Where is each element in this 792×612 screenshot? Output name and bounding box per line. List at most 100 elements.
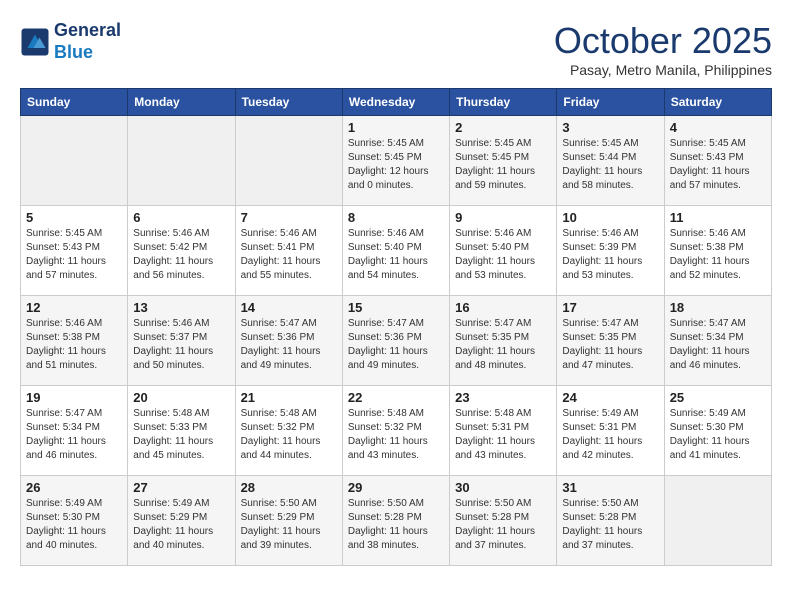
col-header-sunday: Sunday — [21, 89, 128, 116]
day-number: 26 — [26, 480, 122, 495]
day-cell: 27 Sunrise: 5:49 AM Sunset: 5:29 PM Dayli… — [128, 476, 235, 566]
day-info: Sunrise: 5:45 AM Sunset: 5:43 PM Dayligh… — [670, 137, 766, 193]
day-number: 23 — [455, 390, 551, 405]
col-header-monday: Monday — [128, 89, 235, 116]
day-cell — [235, 116, 342, 206]
day-cell: 25 Sunrise: 5:49 AM Sunset: 5:30 PM Dayli… — [664, 386, 771, 476]
day-number: 7 — [241, 210, 337, 225]
day-info: Sunrise: 5:46 AM Sunset: 5:41 PM Dayligh… — [241, 227, 337, 283]
day-info: Sunrise: 5:49 AM Sunset: 5:30 PM Dayligh… — [26, 497, 122, 553]
day-info: Sunrise: 5:48 AM Sunset: 5:31 PM Dayligh… — [455, 407, 551, 463]
day-info: Sunrise: 5:47 AM Sunset: 5:36 PM Dayligh… — [348, 317, 444, 373]
day-info: Sunrise: 5:46 AM Sunset: 5:40 PM Dayligh… — [455, 227, 551, 283]
day-cell: 16Sunrise: 5:47 AM Sunset: 5:35 PM Dayli… — [450, 296, 557, 386]
day-cell: 10Sunrise: 5:46 AM Sunset: 5:39 PM Dayli… — [557, 206, 664, 296]
day-number: 15 — [348, 300, 444, 315]
col-header-thursday: Thursday — [450, 89, 557, 116]
day-info: Sunrise: 5:49 AM Sunset: 5:29 PM Dayligh… — [133, 497, 229, 553]
day-number: 2 — [455, 120, 551, 135]
day-cell: 1 Sunrise: 5:45 AM Sunset: 5:45 PM Daylig… — [342, 116, 449, 206]
day-cell: 2 Sunrise: 5:45 AM Sunset: 5:45 PM Daylig… — [450, 116, 557, 206]
day-info: Sunrise: 5:46 AM Sunset: 5:39 PM Dayligh… — [562, 227, 658, 283]
day-number: 20 — [133, 390, 229, 405]
day-cell: 29 Sunrise: 5:50 AM Sunset: 5:28 PM Dayli… — [342, 476, 449, 566]
day-number: 11 — [670, 210, 766, 225]
day-info: Sunrise: 5:47 AM Sunset: 5:36 PM Dayligh… — [241, 317, 337, 373]
day-cell: 7 Sunrise: 5:46 AM Sunset: 5:41 PM Daylig… — [235, 206, 342, 296]
week-row-5: 26 Sunrise: 5:49 AM Sunset: 5:30 PM Dayli… — [21, 476, 772, 566]
day-cell: 19 Sunrise: 5:47 AM Sunset: 5:34 PM Dayli… — [21, 386, 128, 476]
day-number: 31 — [562, 480, 658, 495]
day-cell: 22 Sunrise: 5:48 AM Sunset: 5:32 PM Dayli… — [342, 386, 449, 476]
week-row-3: 12Sunrise: 5:46 AM Sunset: 5:38 PM Dayli… — [21, 296, 772, 386]
day-cell: 26 Sunrise: 5:49 AM Sunset: 5:30 PM Dayli… — [21, 476, 128, 566]
day-number: 19 — [26, 390, 122, 405]
col-header-saturday: Saturday — [664, 89, 771, 116]
logo-text: GeneralBlue — [54, 20, 121, 63]
location-subtitle: Pasay, Metro Manila, Philippines — [554, 62, 772, 78]
day-number: 1 — [348, 120, 444, 135]
day-info: Sunrise: 5:50 AM Sunset: 5:28 PM Dayligh… — [348, 497, 444, 553]
page-header: GeneralBlue October 2025 Pasay, Metro Ma… — [20, 20, 772, 78]
col-header-wednesday: Wednesday — [342, 89, 449, 116]
day-number: 17 — [562, 300, 658, 315]
day-number: 22 — [348, 390, 444, 405]
day-cell: 5 Sunrise: 5:45 AM Sunset: 5:43 PM Daylig… — [21, 206, 128, 296]
day-cell: 30 Sunrise: 5:50 AM Sunset: 5:28 PM Dayli… — [450, 476, 557, 566]
day-info: Sunrise: 5:47 AM Sunset: 5:34 PM Dayligh… — [670, 317, 766, 373]
day-number: 9 — [455, 210, 551, 225]
day-info: Sunrise: 5:45 AM Sunset: 5:45 PM Dayligh… — [455, 137, 551, 193]
day-number: 14 — [241, 300, 337, 315]
day-info: Sunrise: 5:46 AM Sunset: 5:40 PM Dayligh… — [348, 227, 444, 283]
day-cell: 23 Sunrise: 5:48 AM Sunset: 5:31 PM Dayli… — [450, 386, 557, 476]
day-info: Sunrise: 5:45 AM Sunset: 5:43 PM Dayligh… — [26, 227, 122, 283]
day-number: 8 — [348, 210, 444, 225]
day-number: 27 — [133, 480, 229, 495]
day-cell: 12Sunrise: 5:46 AM Sunset: 5:38 PM Dayli… — [21, 296, 128, 386]
day-info: Sunrise: 5:50 AM Sunset: 5:28 PM Dayligh… — [562, 497, 658, 553]
day-number: 13 — [133, 300, 229, 315]
day-cell: 28 Sunrise: 5:50 AM Sunset: 5:29 PM Dayli… — [235, 476, 342, 566]
day-info: Sunrise: 5:50 AM Sunset: 5:29 PM Dayligh… — [241, 497, 337, 553]
day-number: 29 — [348, 480, 444, 495]
col-header-friday: Friday — [557, 89, 664, 116]
day-cell: 24Sunrise: 5:49 AM Sunset: 5:31 PM Dayli… — [557, 386, 664, 476]
day-cell — [128, 116, 235, 206]
day-cell: 21 Sunrise: 5:48 AM Sunset: 5:32 PM Dayli… — [235, 386, 342, 476]
logo-icon — [20, 27, 50, 57]
day-cell: 8 Sunrise: 5:46 AM Sunset: 5:40 PM Daylig… — [342, 206, 449, 296]
day-info: Sunrise: 5:49 AM Sunset: 5:30 PM Dayligh… — [670, 407, 766, 463]
day-number: 18 — [670, 300, 766, 315]
day-cell: 9 Sunrise: 5:46 AM Sunset: 5:40 PM Daylig… — [450, 206, 557, 296]
day-info: Sunrise: 5:47 AM Sunset: 5:35 PM Dayligh… — [455, 317, 551, 373]
day-info: Sunrise: 5:48 AM Sunset: 5:32 PM Dayligh… — [241, 407, 337, 463]
week-row-4: 19 Sunrise: 5:47 AM Sunset: 5:34 PM Dayli… — [21, 386, 772, 476]
day-info: Sunrise: 5:45 AM Sunset: 5:45 PM Dayligh… — [348, 137, 444, 193]
day-cell: 18 Sunrise: 5:47 AM Sunset: 5:34 PM Dayli… — [664, 296, 771, 386]
logo: GeneralBlue — [20, 20, 121, 63]
day-cell: 20Sunrise: 5:48 AM Sunset: 5:33 PM Dayli… — [128, 386, 235, 476]
day-info: Sunrise: 5:46 AM Sunset: 5:37 PM Dayligh… — [133, 317, 229, 373]
day-info: Sunrise: 5:46 AM Sunset: 5:38 PM Dayligh… — [26, 317, 122, 373]
day-info: Sunrise: 5:47 AM Sunset: 5:34 PM Dayligh… — [26, 407, 122, 463]
day-number: 4 — [670, 120, 766, 135]
day-number: 25 — [670, 390, 766, 405]
day-info: Sunrise: 5:47 AM Sunset: 5:35 PM Dayligh… — [562, 317, 658, 373]
day-info: Sunrise: 5:48 AM Sunset: 5:32 PM Dayligh… — [348, 407, 444, 463]
calendar-table: SundayMondayTuesdayWednesdayThursdayFrid… — [20, 88, 772, 566]
day-cell: 4 Sunrise: 5:45 AM Sunset: 5:43 PM Daylig… — [664, 116, 771, 206]
day-number: 28 — [241, 480, 337, 495]
day-info: Sunrise: 5:50 AM Sunset: 5:28 PM Dayligh… — [455, 497, 551, 553]
day-cell: 14 Sunrise: 5:47 AM Sunset: 5:36 PM Dayli… — [235, 296, 342, 386]
day-cell: 17 Sunrise: 5:47 AM Sunset: 5:35 PM Dayli… — [557, 296, 664, 386]
month-title: October 2025 — [554, 20, 772, 62]
day-number: 3 — [562, 120, 658, 135]
title-block: October 2025 Pasay, Metro Manila, Philip… — [554, 20, 772, 78]
day-number: 5 — [26, 210, 122, 225]
day-cell: 13 Sunrise: 5:46 AM Sunset: 5:37 PM Dayli… — [128, 296, 235, 386]
day-number: 30 — [455, 480, 551, 495]
day-cell: 11Sunrise: 5:46 AM Sunset: 5:38 PM Dayli… — [664, 206, 771, 296]
day-number: 21 — [241, 390, 337, 405]
week-row-2: 5 Sunrise: 5:45 AM Sunset: 5:43 PM Daylig… — [21, 206, 772, 296]
day-cell: 15 Sunrise: 5:47 AM Sunset: 5:36 PM Dayli… — [342, 296, 449, 386]
